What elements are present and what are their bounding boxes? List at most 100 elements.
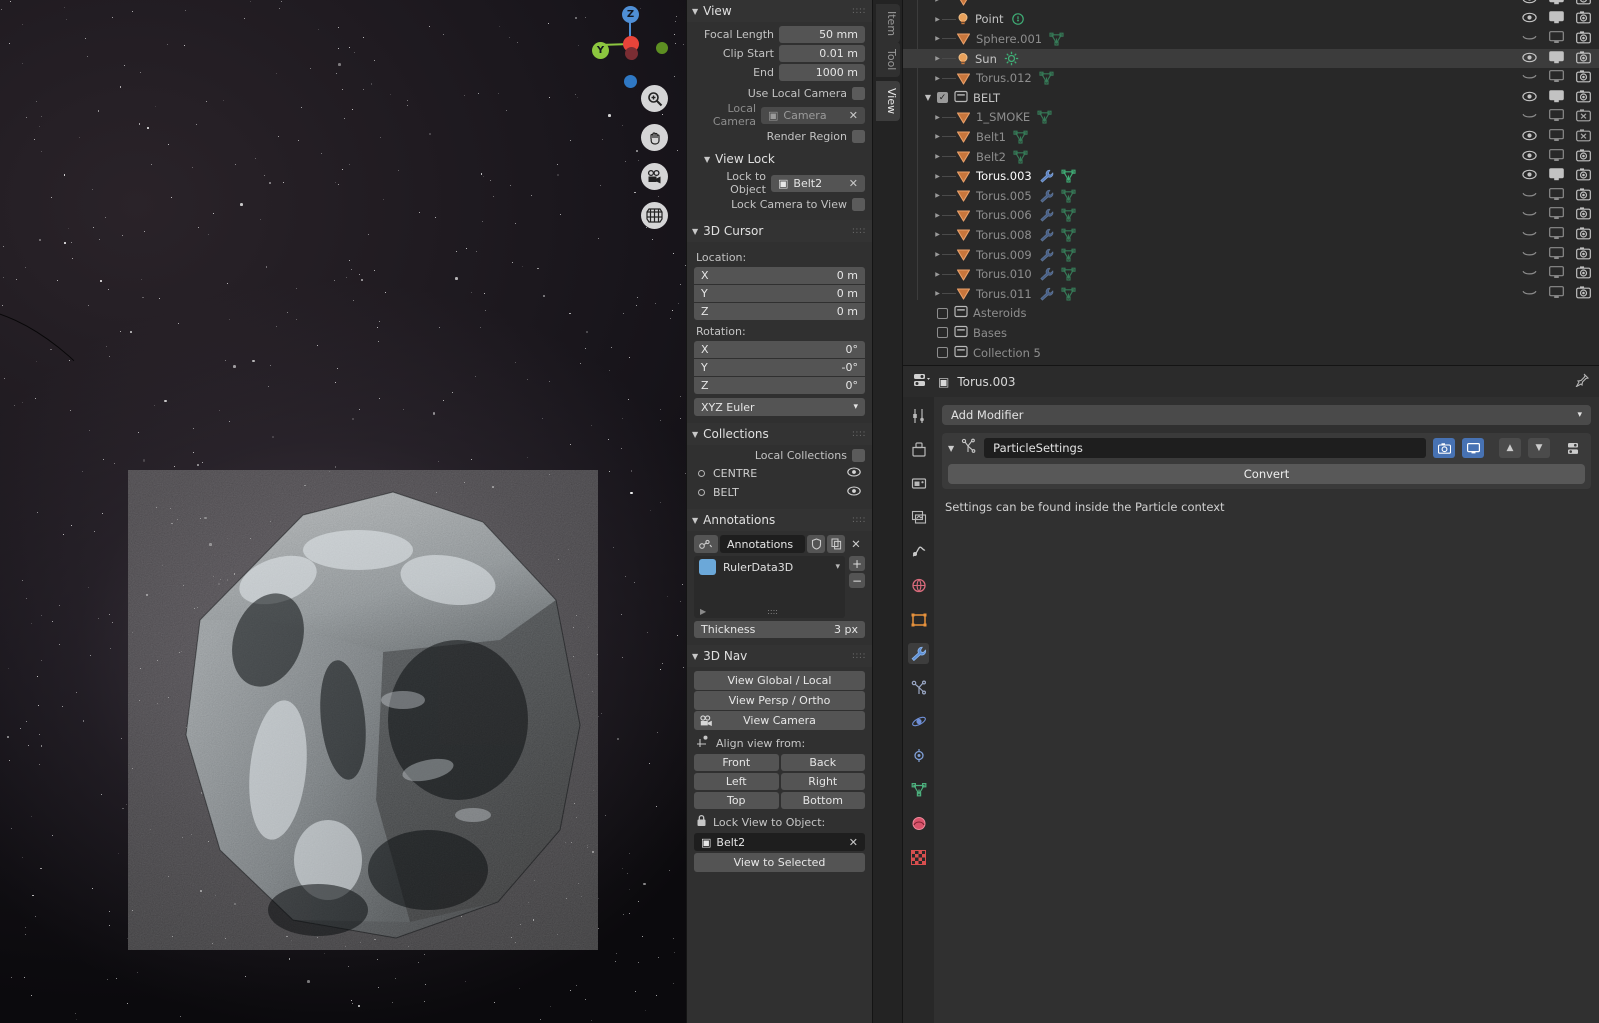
eye-icon[interactable] [1522,287,1537,301]
annotation-layer-color-swatch[interactable] [699,559,716,575]
eye-icon[interactable] [1522,71,1537,85]
camera-icon[interactable] [1576,109,1591,125]
mesh-data-icon[interactable] [1013,150,1028,164]
eye-icon[interactable] [1522,267,1537,281]
modifier-name-input[interactable]: ParticleSettings [984,438,1426,458]
mesh-data-icon[interactable] [1061,208,1076,222]
monitor-icon[interactable] [1549,129,1564,145]
resize-grip-icon[interactable]: :::: [767,607,778,616]
gizmo-axis-y-ball[interactable]: Y [592,42,609,59]
outliner-row[interactable]: ▶ Torus.003 [903,166,1599,186]
particles-tab[interactable] [908,677,929,698]
camera-icon[interactable] [1576,70,1591,86]
modifier-extras-icon[interactable] [1563,438,1585,458]
eye-icon[interactable] [1522,248,1537,262]
mesh-data-icon[interactable] [1037,110,1052,124]
monitor-icon[interactable] [1549,31,1564,47]
shield-icon[interactable] [807,535,825,553]
view-camera-button[interactable]: View Camera [694,711,865,730]
eye-icon[interactable] [1522,169,1537,183]
sun-data-icon[interactable] [1004,51,1019,66]
close-icon[interactable]: ✕ [847,535,865,553]
asteroid-object[interactable] [128,470,598,950]
modifier-icon[interactable] [1039,267,1054,281]
clear-local-camera-icon[interactable]: ✕ [845,107,858,124]
clip-end-input[interactable]: 1000 m [779,64,865,81]
cursor-location-y[interactable]: Y 0 m [694,285,865,302]
scene-tab[interactable] [908,541,929,562]
expand-arrow-icon[interactable]: ▶ [933,114,942,121]
align-back-button[interactable]: Back [780,754,865,771]
mesh-data-icon[interactable] [1061,169,1076,183]
sidebar-tab-strip[interactable]: Item Tool View [872,0,902,1023]
modifier-icon[interactable] [1039,228,1054,242]
cursor-location-x[interactable]: X 0 m [694,267,865,284]
panel-header-3d-nav[interactable]: ▼ 3D Nav :::: [687,645,872,667]
camera-icon[interactable] [1576,0,1591,8]
mesh-data-icon[interactable] [1013,130,1028,144]
thickness-slider[interactable]: Thickness 3 px [694,621,865,638]
modifier-icon[interactable] [1039,248,1054,262]
eye-icon[interactable] [1522,52,1537,66]
monitor-icon[interactable] [1549,70,1564,86]
modifier-tab[interactable] [908,643,929,664]
collection-checkbox[interactable] [937,347,948,359]
monitor-icon[interactable] [1549,148,1564,165]
modifier-icon[interactable] [1039,287,1054,301]
annotation-browse-icon[interactable] [694,535,718,553]
mesh-data-icon[interactable] [1049,32,1064,46]
object-tab[interactable] [908,609,929,630]
camera-icon[interactable] [1576,227,1591,243]
light-data-icon[interactable] [1011,12,1025,26]
monitor-icon[interactable] [1549,285,1564,302]
physics-tab[interactable] [908,711,929,732]
eye-icon[interactable] [1522,0,1537,7]
mesh-data-icon[interactable] [1061,267,1076,281]
camera-icon[interactable] [1576,246,1591,263]
mesh-data-icon[interactable] [1061,287,1076,301]
lock-camera-to-view-checkbox[interactable] [852,198,865,211]
camera-icon[interactable] [1576,50,1591,67]
sidebar-tab-item[interactable]: Item [876,4,900,44]
outliner-panel[interactable]: ▶▶Point▶Sphere.001▶Sun▶Torus.012▼✓BELT▶1… [902,0,1599,365]
outliner-row[interactable]: ▶ Sphere.001 [903,29,1599,49]
panel-header-view[interactable]: ▼ View :::: [687,0,872,22]
expand-arrow-icon[interactable]: ▶ [933,173,942,180]
panel-header-annotations[interactable]: ▼ Annotations :::: [687,509,872,531]
outliner-row[interactable]: ▶ Torus.008 [903,225,1599,245]
mesh-data-icon[interactable] [1061,248,1076,262]
remove-layer-button[interactable]: − [849,573,865,588]
camera-icon[interactable] [1576,90,1591,106]
expand-arrow-icon[interactable]: ▶ [933,212,942,219]
world-tab[interactable] [908,575,929,596]
copy-icon[interactable] [827,535,845,553]
camera-icon[interactable] [1576,207,1591,223]
render-tab[interactable] [908,439,929,460]
eye-icon[interactable] [1522,150,1537,164]
properties-editor[interactable]: ▣ Torus.003 Add Modifier ▾ ▼ ParticleSet… [902,365,1599,1023]
gizmo-axis-x-neg-ball[interactable] [625,47,638,60]
grid-icon[interactable] [641,202,668,229]
expand-arrow-icon[interactable]: ▶ [933,290,942,297]
outliner-row[interactable]: ▶ Belt1 [903,127,1599,147]
gizmo-axis-z-neg-ball[interactable] [624,75,637,88]
use-local-camera-checkbox[interactable] [852,87,865,100]
cursor-rotation-x[interactable]: X 0° [694,341,865,358]
view-persp-ortho-button[interactable]: View Persp / Ortho [694,691,865,710]
render-visibility-toggle[interactable] [1433,438,1455,458]
outliner-row[interactable]: ▶ Torus.005 [903,186,1599,206]
outliner-row[interactable]: ▶ [903,0,1599,10]
eye-icon[interactable] [1522,110,1537,124]
outliner-row[interactable]: Bases [903,323,1599,343]
cursor-rotation-z[interactable]: Z 0° [694,377,865,394]
view-global-local-button[interactable]: View Global / Local [694,671,865,690]
outliner-row[interactable]: ▶ Torus.009 [903,245,1599,265]
hand-icon[interactable] [641,124,668,151]
data-tab[interactable] [908,779,929,800]
view-layer-tab[interactable] [908,507,929,528]
mesh-data-icon[interactable] [1061,189,1076,203]
monitor-icon[interactable] [1549,89,1564,106]
align-right-button[interactable]: Right [780,773,865,790]
add-layer-button[interactable]: + [849,556,865,571]
collection-checkbox[interactable] [937,307,948,319]
